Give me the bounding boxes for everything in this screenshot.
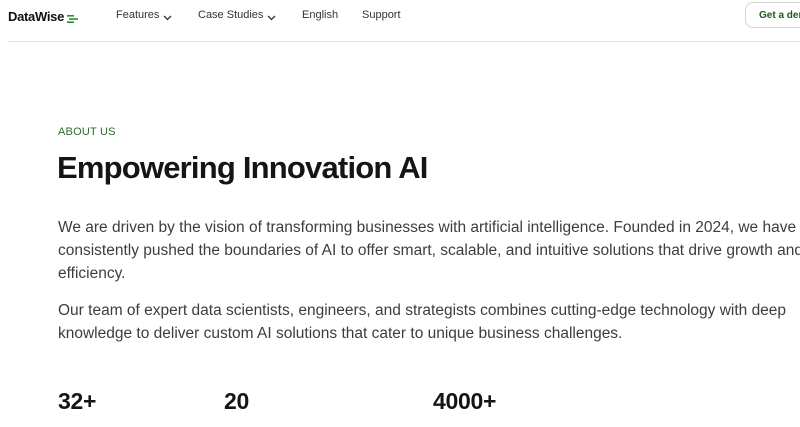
nav-language-label: English [302,9,339,21]
paragraph-1-line-2: consistently pushed the boundaries of AI… [58,242,800,259]
nav-support-label: Support [362,9,401,21]
section-eyebrow: ABOUT US [58,126,116,138]
get-a-demo-button[interactable]: Get a demo [745,2,800,28]
nav-language[interactable]: English [302,9,338,21]
chevron-down-icon [163,12,172,21]
navbar-divider [8,41,800,42]
paragraph-2-line-1: Our team of expert data scientists, engi… [58,302,787,319]
paragraph-1-line-1: We are driven by the vision of transform… [58,219,797,236]
nav-case-studies-label: Case Studies [198,9,264,21]
stacked-lines-icon [67,11,79,23]
logo[interactable]: DataWise [8,8,79,24]
paragraph-2-line-2: knowledge to deliver custom AI solutions… [58,325,623,342]
paragraph-1-line-3: efficiency. [58,265,126,282]
stat-value: 20 [224,388,249,414]
nav-features-label: Features [116,9,160,21]
nav-support[interactable]: Support [362,9,401,21]
nav-features[interactable]: Features [116,9,172,21]
stat-value: 32+ [58,388,97,414]
about-paragraph-1: We are driven by the vision of transform… [58,216,800,285]
chevron-down-icon [267,12,276,21]
logo-text: DataWise [8,8,65,24]
stat-value: 4000+ [433,388,497,414]
page-title: Empowering Innovation AI [57,150,428,185]
top-navbar: DataWise Features Case Studies English S… [0,0,800,42]
about-paragraph-2: Our team of expert data scientists, engi… [58,299,786,345]
nav-case-studies[interactable]: Case Studies [198,9,276,21]
